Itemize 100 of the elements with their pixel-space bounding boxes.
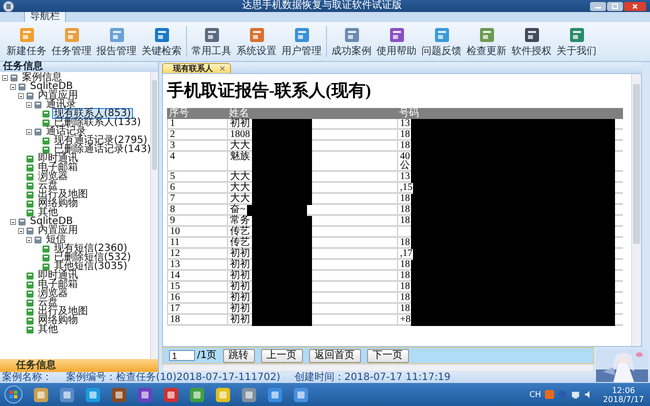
table-cell: 13 (400, 172, 411, 181)
scrollbar[interactable] (631, 74, 641, 346)
app-icon[interactable] (293, 386, 309, 402)
table-cell: 大大 (230, 183, 250, 192)
minimize-icon[interactable] (590, 2, 606, 10)
expander-icon[interactable] (26, 102, 32, 108)
app-icon[interactable] (189, 386, 205, 402)
pager-button[interactable]: 跳转 (222, 348, 255, 362)
expander-icon[interactable] (10, 84, 16, 90)
toolbar-button[interactable]: 常用工具 (189, 24, 234, 59)
toolbar-button[interactable]: 问题反馈 (419, 24, 464, 59)
tree-item[interactable]: 网络购物 (36, 198, 80, 209)
toolbar-button[interactable]: 用户管理 (279, 24, 324, 59)
status-text: 案例名称： (2, 372, 52, 383)
tree-item[interactable]: 云盘 (36, 180, 60, 191)
scrollbar[interactable] (150, 72, 158, 359)
expander-icon[interactable] (18, 228, 24, 234)
table-cell: 常务 (230, 216, 250, 225)
tool-icon (202, 26, 220, 44)
tree-item[interactable]: 现有联系人(853) (52, 108, 133, 119)
toolbar-button[interactable]: 软件授权 (509, 24, 554, 59)
scrollbar[interactable] (162, 364, 594, 372)
table-cell: 12 (170, 249, 180, 258)
table-cell: 18 (400, 260, 411, 269)
toolbar-button[interactable]: 任务管理 (49, 24, 94, 59)
expander-icon[interactable] (18, 92, 24, 98)
tree-item[interactable]: 短信 (44, 234, 68, 245)
table-cell: 传艺 (230, 227, 250, 236)
pager-button[interactable]: 上一页 (260, 348, 303, 362)
app-icon[interactable] (267, 386, 283, 402)
table-cell: 3 (170, 141, 175, 150)
tool-icon (108, 26, 126, 44)
table-cell: 18 (400, 194, 411, 203)
close-icon[interactable] (624, 2, 646, 10)
tree-item[interactable]: 网络购物 (36, 315, 80, 326)
toolbar-button[interactable]: 成功案例 (329, 24, 374, 59)
table-cell: 6 (170, 183, 175, 192)
report-title: 手机取证报告-联系人(现有) (167, 80, 372, 102)
table-cell: 7 (170, 194, 175, 203)
table-cell: 初初 (230, 315, 250, 324)
page-count: /1页 (197, 350, 217, 361)
toolbar-button[interactable]: 系统设置 (234, 24, 279, 59)
table-cell: 9 (170, 216, 175, 225)
table-cell: 18 (400, 205, 411, 214)
pager-button[interactable]: 返回首页 (308, 348, 361, 362)
app-icon[interactable] (163, 386, 179, 402)
tree-item[interactable]: 浏览器 (36, 288, 70, 299)
tree-item[interactable]: 其他 (36, 324, 60, 335)
maximize-icon[interactable] (607, 2, 623, 10)
app-menu-icon[interactable] (3, 0, 14, 12)
table-cell: 18 (400, 141, 411, 150)
panel-tab[interactable]: 任务信息 (0, 359, 158, 372)
app-icon[interactable] (33, 386, 49, 402)
tool-icon (342, 26, 360, 44)
column-header: 号码 (398, 108, 420, 119)
table-cell: 魅族 (230, 152, 250, 161)
page-input[interactable]: 1 (169, 350, 195, 361)
table-cell: 初初 (230, 271, 250, 280)
table-cell: 1 (170, 119, 175, 128)
clock[interactable]: 12:06 2018/7/17 (602, 386, 644, 404)
toolbar-button[interactable]: 报告管理 (94, 24, 139, 59)
toolbar-button[interactable]: 关键检索 (139, 24, 184, 59)
tree-item[interactable]: 云盘 (36, 297, 60, 308)
tree-item[interactable]: 通话记录 (44, 126, 88, 137)
table-cell: 初初 (230, 293, 250, 302)
expander-icon[interactable] (26, 236, 32, 242)
window-title: 达思手机数据恢复与取证软件试证版 (241, 0, 403, 12)
status-text: 案例编号：检查任务(10)2018-07-17-111702) (66, 372, 280, 383)
table-cell: 18 (170, 315, 180, 324)
toolbar-button[interactable]: 关于我们 (554, 24, 599, 59)
tool-icon (248, 26, 266, 44)
tree-item[interactable]: 其他 (36, 207, 60, 218)
app-icon[interactable] (215, 386, 231, 402)
table-cell: 18 (400, 130, 411, 139)
expander-icon[interactable] (10, 218, 16, 224)
table-cell: 初初 (230, 282, 250, 291)
expander-icon[interactable] (2, 74, 8, 80)
document-tab[interactable]: 现有联系人 × (162, 63, 231, 73)
tool-icon (388, 26, 406, 44)
toolbar-button[interactable]: 使用帮助 (374, 24, 419, 59)
tool-icon (478, 26, 496, 44)
toolbar-button[interactable]: 新建任务 (4, 24, 49, 59)
network-icon[interactable] (570, 390, 580, 399)
app-icon[interactable] (241, 386, 257, 402)
app-icon[interactable] (59, 386, 75, 402)
tree-item[interactable]: 浏览器 (36, 171, 70, 182)
table-cell: 17 (170, 304, 180, 313)
expander-icon[interactable] (26, 128, 32, 134)
start-button[interactable] (4, 385, 23, 404)
toolbar-button[interactable]: 检查更新 (464, 24, 509, 59)
app-icon[interactable] (111, 386, 127, 402)
language-indicator[interactable]: CH (529, 390, 541, 399)
table-cell: ,17 (400, 249, 412, 258)
table-cell: 大大 (230, 194, 250, 203)
table-cell: 16 (170, 293, 180, 302)
pager-button[interactable]: 下一页 (366, 348, 409, 362)
table-cell: 18 (400, 304, 411, 313)
table-cell: 14 (170, 271, 180, 280)
app-icon[interactable] (137, 386, 153, 402)
app-icon[interactable] (85, 386, 101, 402)
